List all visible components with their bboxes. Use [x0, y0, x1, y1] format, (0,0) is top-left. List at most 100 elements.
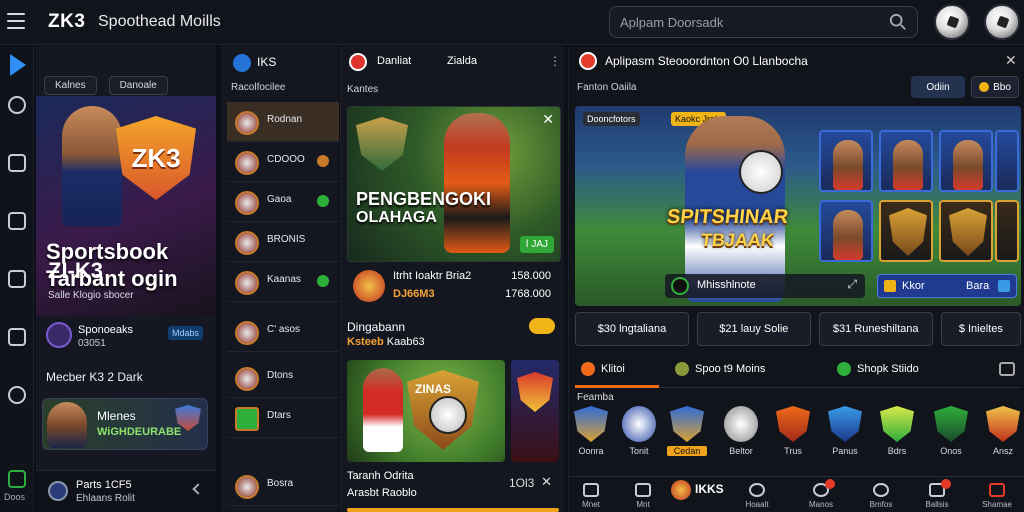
nav-item[interactable]: Shamae	[975, 483, 1019, 509]
promo-cta-button[interactable]: Ⅰ JAJ	[519, 236, 554, 253]
chat-icon[interactable]	[998, 280, 1010, 292]
profile-ball-icon[interactable]	[984, 4, 1020, 40]
coin-icon	[979, 82, 990, 92]
app-logo[interactable]: ZK3	[48, 11, 85, 33]
football-icon[interactable]	[934, 4, 970, 40]
team-item[interactable]: Beltor	[721, 406, 761, 456]
player-card[interactable]: Mlenes WiGHDEURABE	[42, 398, 208, 450]
team-logo-icon	[235, 231, 259, 255]
hamburger-menu-icon[interactable]	[7, 13, 25, 29]
nav-item[interactable]: Manos	[799, 479, 843, 509]
player-image	[363, 368, 403, 452]
club-tile[interactable]	[995, 200, 1019, 262]
player-tile[interactable]	[995, 130, 1019, 192]
section-title: Dingabann	[347, 320, 406, 334]
player-tile[interactable]	[939, 130, 993, 192]
team-logo-icon	[235, 271, 259, 295]
share-icon[interactable]	[8, 386, 26, 404]
match-odds-row[interactable]: Itrht Ioaktr Bria2 DJ66M3 158.000 1768.0…	[347, 266, 561, 306]
feed-header-2[interactable]: Zialda	[447, 55, 477, 67]
feature-action-bar[interactable]: Mhisshlnote ⤢	[665, 274, 865, 298]
trophy-icon	[873, 483, 889, 497]
match-name: Itrht Ioaktr Bria2	[393, 270, 472, 282]
nav-item[interactable]: Mnet	[569, 483, 613, 509]
close-icon[interactable]: ✕	[1005, 52, 1017, 69]
feed-header-1[interactable]: Danliat	[377, 55, 411, 67]
team-item[interactable]: Panus	[825, 406, 865, 456]
notification-badge	[941, 479, 951, 489]
sponsor-badge[interactable]: Mdabs	[168, 326, 204, 340]
search-icon[interactable]	[889, 13, 907, 31]
team-item[interactable]: Onos	[931, 406, 971, 456]
team-item[interactable]: Bdrs	[877, 406, 917, 456]
stat-button[interactable]: $31 Runeshiltana	[818, 312, 933, 346]
tab-danoale[interactable]: Danoale	[108, 76, 168, 95]
box-icon[interactable]	[8, 154, 26, 172]
section-title: Mecber K3 2 Dark	[46, 370, 143, 384]
game-icon[interactable]	[8, 328, 26, 346]
list-item[interactable]: Kaanas	[227, 262, 339, 302]
nav-item[interactable]: Bmfos	[859, 483, 903, 509]
home-icon[interactable]	[8, 270, 26, 288]
player-tile[interactable]	[819, 200, 873, 262]
team-item[interactable]: Tonit	[619, 406, 659, 456]
list-item[interactable]: CDOOO	[227, 142, 339, 182]
home-icon	[583, 483, 599, 497]
search-input[interactable]: Aplpam Doorsadk	[609, 6, 918, 38]
team-item[interactable]: Ansz	[983, 406, 1023, 456]
app-title: Spoothead Moills	[98, 13, 221, 30]
odds-value-1[interactable]: 158.000	[511, 270, 551, 282]
player-tile[interactable]	[819, 130, 873, 192]
club-tile[interactable]	[879, 200, 933, 262]
sponsor-row[interactable]: Sponoeaks 03051 Mdabs	[44, 322, 214, 352]
odds-value-2[interactable]: 1768.000	[505, 288, 551, 300]
coin-icon[interactable]	[529, 318, 555, 334]
tab-kalnes[interactable]: Kalnes	[44, 76, 97, 95]
close-icon[interactable]: ✕	[541, 474, 552, 490]
wallet-icon[interactable]	[8, 212, 26, 230]
tab-klitoi[interactable]: Klitoi	[581, 362, 625, 376]
list-item[interactable]: Bosra	[227, 466, 339, 506]
list-item[interactable]: Dtars	[227, 398, 339, 438]
list-item[interactable]: C' asos	[227, 312, 339, 352]
play-icon[interactable]	[10, 54, 26, 76]
feature-bet-bar[interactable]: Kkor Bara	[877, 274, 1017, 298]
list-item[interactable]: Dtons	[227, 358, 339, 398]
club-tile[interactable]	[939, 200, 993, 262]
team-item[interactable]: Trus	[773, 406, 813, 456]
tab-shopk[interactable]: Shopk Stiido	[837, 362, 919, 376]
expand-icon[interactable]: ⤢	[847, 277, 857, 292]
primary-button[interactable]: Odiin	[911, 76, 965, 98]
nav-item[interactable]: Mnt	[621, 483, 665, 509]
list-item[interactable]: BRONIS	[227, 222, 339, 262]
stats-icon[interactable]	[8, 470, 26, 488]
nav-item[interactable]: Hoaalt	[735, 483, 779, 509]
nav-item[interactable]: Ballsis	[915, 479, 959, 509]
stat-button[interactable]: $21 lauy Solie	[696, 312, 811, 346]
search-placeholder: Aplpam Doorsadk	[620, 15, 724, 30]
player-tile[interactable]	[879, 130, 933, 192]
list-header: IKS	[257, 55, 277, 69]
sportsbook-hero-banner[interactable]: ZK3 Sportsbook Tarbant ogin ZI-K3 Salle …	[36, 96, 216, 316]
refresh-icon[interactable]	[8, 96, 26, 114]
sidebar-footer[interactable]: Parts 1CF5 Ehlaans Rolit	[36, 470, 216, 512]
secondary-button[interactable]: Bbo	[971, 76, 1019, 98]
list-item[interactable]: Gaoa	[227, 182, 339, 222]
stat-button[interactable]: $30 lngtaliana	[575, 312, 689, 346]
settings-icon[interactable]	[999, 362, 1015, 376]
team-item[interactable]: Cedan	[667, 406, 707, 456]
close-icon[interactable]: ✕	[542, 111, 554, 128]
list-item[interactable]: Rodnan	[227, 102, 339, 142]
league-icon	[233, 54, 251, 72]
feature-banner[interactable]: Dooncfotors Kaokc Jrols SPITSHINAR TBJAA…	[575, 106, 1021, 306]
more-icon[interactable]: ⋮	[549, 54, 561, 68]
chevron-left-icon[interactable]	[192, 483, 204, 495]
promo-banner[interactable]: PENGBENGOKI OLAHAGA ✕ Ⅰ JAJ	[347, 106, 561, 262]
promo-card[interactable]: ZINAS	[347, 360, 505, 462]
promo-card-side[interactable]	[511, 360, 559, 462]
team-item[interactable]: Oonra	[571, 406, 611, 456]
feature-bet-value: Bara	[966, 280, 990, 292]
stat-button[interactable]: $ Inieltes	[940, 312, 1021, 346]
nav-center-brand[interactable]: IKKS	[671, 480, 724, 500]
tab-spoo[interactable]: Spoo t9 Moins	[675, 362, 765, 376]
